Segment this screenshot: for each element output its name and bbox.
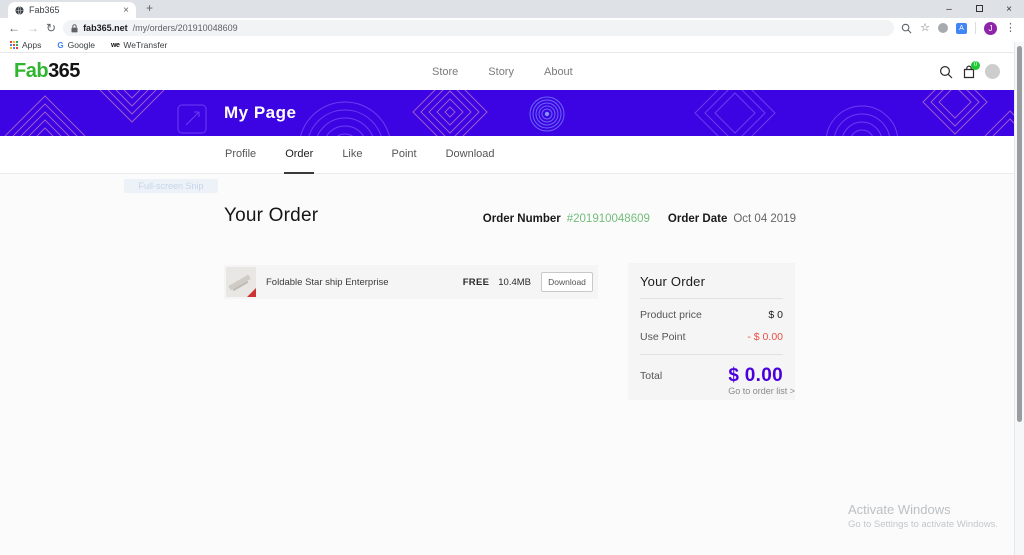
- tab-download[interactable]: Download: [445, 136, 496, 174]
- translate-icon[interactable]: A: [956, 23, 967, 34]
- extension-icon[interactable]: [938, 23, 948, 33]
- site-nav: Store Story About: [432, 53, 573, 90]
- window-controls: – ×: [934, 0, 1024, 18]
- browser-menu-icon[interactable]: ⋮: [1005, 23, 1016, 34]
- tab-order[interactable]: Order: [284, 136, 314, 174]
- browser-tab[interactable]: Fab365 ×: [8, 2, 136, 18]
- google-icon: G: [57, 41, 63, 50]
- summary-row-product-price: Product price $ 0: [640, 309, 783, 321]
- browser-titlebar: Fab365 × + – ×: [0, 0, 1024, 18]
- bookmark-apps[interactable]: Apps: [10, 40, 41, 50]
- toolbar-icons: ☆ A J ⋮: [901, 22, 1016, 35]
- product-price-value: $ 0: [768, 309, 783, 321]
- header-icons: 0: [939, 53, 1000, 90]
- nav-about[interactable]: About: [544, 66, 573, 78]
- url-domain: fab365.net: [83, 23, 128, 33]
- order-number-label: Order Number: [483, 213, 561, 225]
- browser-toolbar: ← → ↻ fab365.net/my/orders/201910048609 …: [0, 18, 1024, 38]
- order-date-value: Oct 04 2019: [733, 213, 796, 225]
- item-name[interactable]: Foldable Star ship Enterprise: [266, 277, 463, 288]
- wetransfer-icon: we: [111, 42, 119, 49]
- order-summary-box: Your Order Product price $ 0 Use Point -…: [628, 263, 795, 400]
- go-to-order-list-link[interactable]: Go to order list >: [628, 386, 795, 396]
- site-favicon-icon: [15, 6, 24, 15]
- order-heading: Your Order: [224, 205, 318, 227]
- banner-decoration: [0, 90, 1014, 136]
- tab-point[interactable]: Point: [391, 136, 418, 174]
- use-point-value: - $ 0.00: [747, 331, 783, 343]
- tab-profile[interactable]: Profile: [224, 136, 257, 174]
- nav-store[interactable]: Store: [432, 66, 458, 78]
- url-path: /my/orders/201910048609: [133, 23, 238, 33]
- mypage-tabs-bar: Profile Order Like Point Download: [0, 136, 1014, 174]
- snip-tooltip: Full-screen Snip: [124, 179, 218, 193]
- bookmark-wetransfer[interactable]: we WeTransfer: [111, 40, 167, 50]
- site-logo[interactable]: Fab365: [14, 60, 80, 83]
- bookmark-google[interactable]: G Google: [57, 40, 95, 50]
- zoom-icon[interactable]: [901, 23, 912, 34]
- order-item-row: Foldable Star ship Enterprise FREE 10.4M…: [224, 265, 598, 299]
- summary-row-use-point: Use Point - $ 0.00: [640, 331, 783, 343]
- toolbar-divider: [975, 22, 976, 34]
- tab-close-icon[interactable]: ×: [123, 5, 129, 16]
- item-thumbnail[interactable]: [226, 267, 256, 297]
- summary-divider: [640, 354, 783, 355]
- apps-grid-icon: [10, 41, 18, 49]
- order-meta: Order Number #201910048609 Order Date Oc…: [483, 213, 796, 225]
- tab-title: Fab365: [29, 5, 118, 15]
- user-avatar[interactable]: [985, 64, 1000, 79]
- summary-row-total: Total $ 0.00: [640, 365, 783, 387]
- mypage-banner: My Page: [0, 90, 1014, 136]
- activate-windows-watermark: Activate Windows Go to Settings to activ…: [848, 502, 998, 530]
- maximize-button[interactable]: [964, 4, 994, 15]
- close-button[interactable]: ×: [994, 4, 1024, 15]
- forward-button[interactable]: →: [27, 22, 39, 34]
- nav-story[interactable]: Story: [488, 66, 514, 78]
- scrollbar-thumb[interactable]: [1017, 46, 1022, 422]
- download-button[interactable]: Download: [541, 272, 593, 292]
- thumbnail-corner-flag: [247, 288, 256, 297]
- address-bar[interactable]: fab365.net/my/orders/201910048609: [63, 20, 894, 36]
- order-date-label: Order Date: [668, 213, 727, 225]
- browser-profile-avatar[interactable]: J: [984, 22, 997, 35]
- cart-badge: 0: [971, 61, 980, 70]
- tab-like[interactable]: Like: [341, 136, 363, 174]
- browser-window: Fab365 × + – × ← → ↻ fab365.net/my/order…: [0, 0, 1024, 555]
- cart-icon[interactable]: 0: [962, 65, 976, 79]
- bookmarks-bar: Apps G Google we WeTransfer: [0, 38, 1024, 53]
- site-header: Fab365 Store Story About 0: [0, 53, 1014, 90]
- minimize-button[interactable]: –: [934, 4, 964, 15]
- page-title: My Page: [224, 103, 296, 123]
- refresh-button[interactable]: ↻: [46, 22, 56, 34]
- order-content: Full-screen Snip Your Order Order Number…: [0, 174, 1014, 555]
- order-number-value: #201910048609: [567, 213, 650, 225]
- item-price: FREE: [463, 277, 490, 288]
- page-scrollbar[interactable]: [1014, 42, 1024, 555]
- bookmark-star-icon[interactable]: ☆: [920, 23, 930, 34]
- back-button[interactable]: ←: [8, 22, 20, 34]
- search-icon[interactable]: [939, 65, 953, 79]
- new-tab-button[interactable]: +: [146, 1, 153, 15]
- item-size: 10.4MB: [498, 277, 531, 288]
- lock-icon: [71, 24, 78, 33]
- total-value: $ 0.00: [728, 365, 783, 387]
- summary-title: Your Order: [640, 274, 783, 299]
